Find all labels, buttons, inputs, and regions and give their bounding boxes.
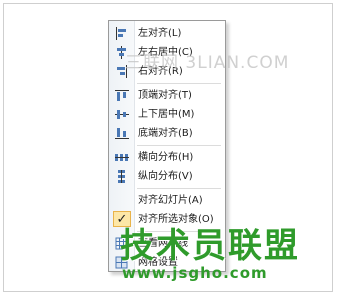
menu-item-align-left[interactable]: 左对齐(L) [110,25,224,42]
distribute-vertical-icon [114,169,130,184]
checkmark-icon: ✓ [113,211,131,227]
menu-item-label: 横向分布(H) [138,152,194,163]
menu-item-align-middle[interactable]: 上下居中(M) [110,106,224,123]
menu-item-align-bottom[interactable]: 底端对齐(B) [110,125,224,142]
watermark-jsgho: 技术员联盟 www.jsgho.com [120,228,300,282]
menu-item-label: 对齐所选对象(O) [138,214,214,225]
align-bottom-icon [114,126,130,141]
menu-separator [137,145,221,146]
distribute-horizontal-icon [114,150,130,165]
menu-item-align-to-slide[interactable]: 对齐幻灯片(A) [110,192,224,209]
menu-item-align-top[interactable]: 顶端对齐(T) [110,87,224,104]
menu-item-distribute-horizontal[interactable]: 横向分布(H) [110,149,224,166]
align-top-icon [114,88,130,103]
menu-item-distribute-vertical[interactable]: 纵向分布(V) [110,168,224,185]
watermark-title: 技术员联盟 [120,226,300,266]
menu-item-label: 上下居中(M) [138,109,195,120]
menu-separator [137,83,221,84]
align-left-icon [114,26,130,41]
menu-item-label: 底端对齐(B) [138,128,193,139]
menu-item-label: 对齐幻灯片(A) [138,195,203,206]
menu-separator [137,188,221,189]
menu-item-label: 纵向分布(V) [138,171,193,182]
menu-item-label: 左对齐(L) [138,28,182,39]
align-middle-icon [114,107,130,122]
watermark-url: www.jsgho.com [122,264,268,282]
menu-item-label: 顶端对齐(T) [138,90,192,101]
watermark-3lian: 三联网 3LIAN.COM [125,53,290,73]
